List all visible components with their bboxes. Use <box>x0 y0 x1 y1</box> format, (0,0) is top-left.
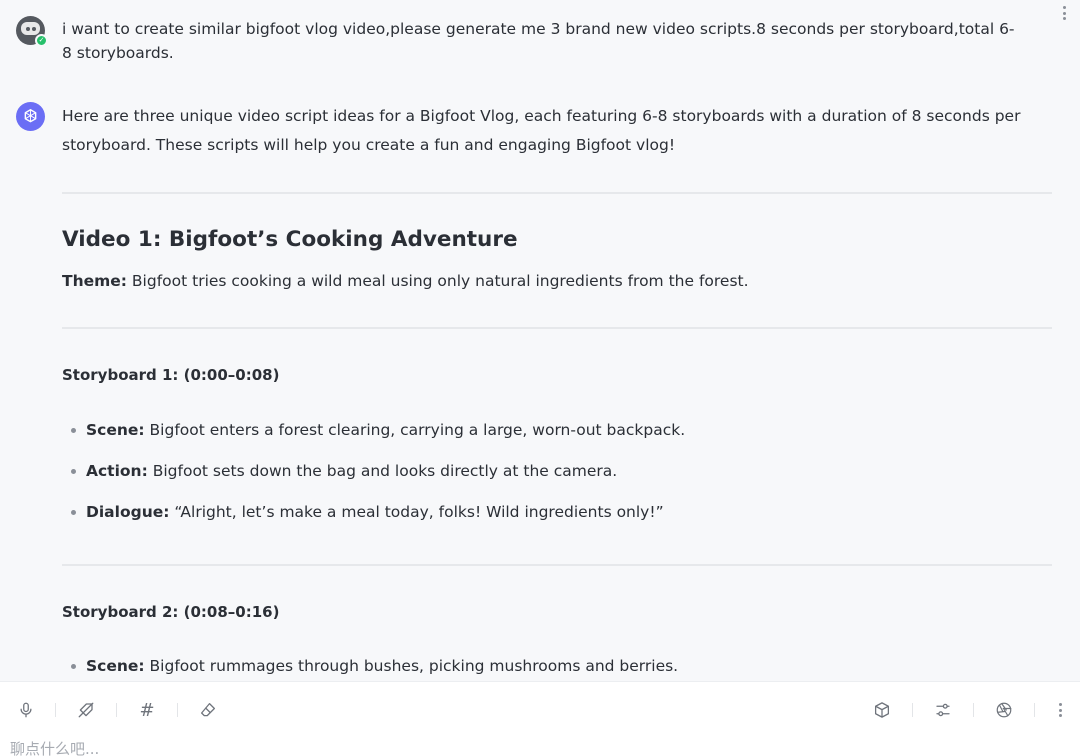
storyboard-title: Storyboard 2: (0:08–0:16) <box>62 603 280 621</box>
bullet-text: Bigfoot rummages through bushes, picking… <box>144 657 679 675</box>
storyboard-title: Storyboard 1: (0:00–0:08) <box>62 366 280 384</box>
bullet-label: Scene: <box>86 421 145 439</box>
bullet-label: Action: <box>86 462 148 480</box>
aperture-icon[interactable] <box>990 696 1018 724</box>
no-tag-icon[interactable] <box>72 696 100 724</box>
bullet-label: Dialogue: <box>86 503 170 521</box>
verified-check-icon: ✓ <box>35 34 48 47</box>
cube-icon[interactable] <box>868 696 896 724</box>
list-item: Scene: Bigfoot rummages through bushes, … <box>70 655 678 677</box>
divider <box>62 192 1052 194</box>
composer: # <box>0 681 1080 756</box>
bullet-text: “Alright, let’s make a meal today, folks… <box>169 503 664 521</box>
theme-text: Bigfoot tries cooking a wild meal using … <box>126 272 749 290</box>
eraser-icon[interactable] <box>194 696 222 724</box>
theme-label: Theme: <box>62 272 127 290</box>
user-message-text: i want to create similar bigfoot vlog vi… <box>62 20 1015 62</box>
composer-toolbar: # <box>0 696 1080 724</box>
video-theme: Theme: Bigfoot tries cooking a wild meal… <box>62 270 749 292</box>
microphone-icon[interactable] <box>12 696 40 724</box>
list-item: Dialogue: “Alright, let’s make a meal to… <box>70 501 685 523</box>
more-icon[interactable] <box>1056 702 1064 718</box>
user-avatar: ✓ <box>16 16 48 47</box>
ai-intro-text: Here are three unique video script ideas… <box>62 107 1021 154</box>
divider <box>62 564 1052 566</box>
storyboard-bullets: Scene: Bigfoot rummages through bushes, … <box>70 655 678 681</box>
video-title: Video 1: Bigfoot’s Cooking Adventure <box>62 227 518 252</box>
message-input[interactable] <box>10 738 1070 756</box>
bullet-label: Scene: <box>86 657 145 675</box>
chat-transcript: ✓ i want to create similar bigfoot vlog … <box>0 0 1080 681</box>
storyboard-bullets: Scene: Bigfoot enters a forest clearing,… <box>70 419 685 542</box>
sliders-icon[interactable] <box>929 696 957 724</box>
more-options-icon[interactable] <box>1060 4 1068 22</box>
hash-icon[interactable]: # <box>133 696 161 724</box>
bullet-text: Bigfoot sets down the bag and looks dire… <box>147 462 618 480</box>
divider <box>62 327 1052 329</box>
list-item: Scene: Bigfoot enters a forest clearing,… <box>70 419 685 441</box>
ai-avatar-icon <box>16 102 45 131</box>
list-item: Action: Bigfoot sets down the bag and lo… <box>70 460 685 482</box>
bullet-text: Bigfoot enters a forest clearing, carryi… <box>144 421 686 439</box>
